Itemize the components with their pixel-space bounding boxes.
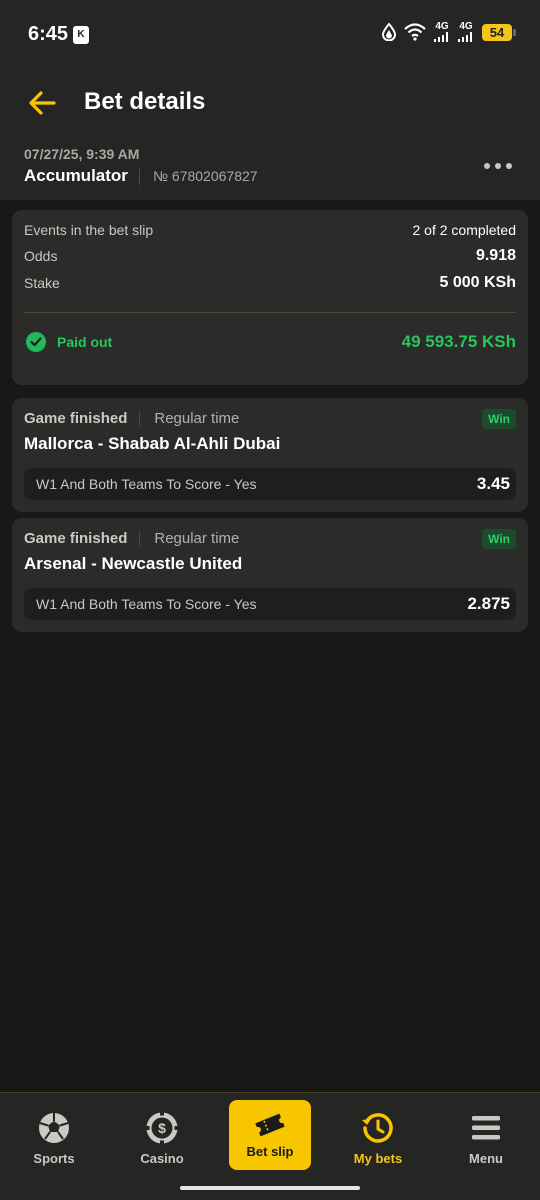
- status-badge: Win: [482, 409, 516, 429]
- nav-label: Casino: [140, 1151, 184, 1166]
- app-notification-icon: K: [73, 26, 89, 44]
- nav-label: Menu: [469, 1151, 503, 1166]
- stake-value: 5 000 KSh: [439, 274, 516, 291]
- selection-row: W1 And Both Teams To Score - Yes 3.45: [24, 468, 516, 500]
- signal-2-icon: 4G: [458, 22, 474, 42]
- game-status: Game finished: [24, 530, 128, 547]
- page-title: Bet details: [84, 88, 206, 115]
- stake-label: Stake: [24, 275, 60, 291]
- status-time: 6:45: [28, 23, 69, 45]
- nav-item-casino[interactable]: $ Casino: [108, 1093, 216, 1181]
- paid-out-label: Paid out: [57, 334, 113, 350]
- nav-item-my-bets[interactable]: My bets: [324, 1093, 432, 1181]
- history-icon: [362, 1113, 393, 1143]
- network-type-1: 4G: [435, 21, 449, 32]
- selection-row: W1 And Both Teams To Score - Yes 2.875: [24, 588, 516, 620]
- event-status: Game finished Regular time: [24, 410, 239, 427]
- more-horizontal-icon[interactable]: [484, 163, 512, 169]
- game-period: Regular time: [154, 530, 240, 547]
- selection-odds: 3.45: [476, 474, 510, 493]
- market-label: W1 And Both Teams To Score - Yes: [36, 596, 257, 612]
- game-period: Regular time: [154, 410, 240, 427]
- bottom-nav: Sports $ Casino Bet slip My bets Menu: [0, 1092, 540, 1200]
- event-status: Game finished Regular time: [24, 530, 239, 547]
- battery-icon: 54: [482, 23, 516, 41]
- status-bar: 6:45 K 4G 4G 54: [0, 0, 540, 70]
- market-label: W1 And Both Teams To Score - Yes: [36, 476, 257, 492]
- nav-item-sports[interactable]: Sports: [0, 1093, 108, 1181]
- bet-type: Accumulator: [24, 166, 128, 185]
- ticket-icon: [255, 1113, 285, 1137]
- game-status: Game finished: [24, 410, 128, 427]
- events-row: Events in the bet slip 2 of 2 completed: [24, 222, 516, 238]
- odds-label: Odds: [24, 248, 58, 264]
- casino-chip-icon: $: [145, 1111, 179, 1145]
- match-title: Arsenal - Newcastle United: [24, 554, 243, 573]
- network-type-2: 4G: [459, 21, 473, 32]
- data-saver-icon: [382, 23, 396, 41]
- nav-item-bet-slip[interactable]: Bet slip: [229, 1100, 311, 1170]
- event-card[interactable]: Game finished Regular time Win Mallorca …: [12, 398, 528, 512]
- check-circle-icon: [26, 332, 46, 352]
- nav-label: My bets: [353, 1151, 403, 1166]
- wifi-icon: [404, 23, 426, 41]
- arrow-left-icon[interactable]: [27, 88, 57, 118]
- events-label: Events in the bet slip: [24, 222, 154, 238]
- paid-out-row: Paid out 49 593.75 KSh: [26, 332, 516, 352]
- signal-1-icon: 4G: [434, 22, 450, 42]
- odds-row: Odds 9.918: [24, 247, 516, 265]
- odds-value: 9.918: [475, 247, 516, 264]
- event-card[interactable]: Game finished Regular time Win Arsenal -…: [12, 518, 528, 632]
- status-badge: Win: [482, 529, 516, 549]
- divider: [24, 312, 516, 313]
- bet-summary-card: Events in the bet slip 2 of 2 completed …: [12, 210, 528, 385]
- nav-item-menu[interactable]: Menu: [432, 1093, 540, 1181]
- bet-date: 07/27/25, 9:39 AM: [24, 146, 140, 162]
- nav-label: Bet slip: [246, 1144, 294, 1159]
- bet-number: № 67802067827: [153, 168, 258, 184]
- selection-odds: 2.875: [467, 594, 510, 613]
- svg-text:$: $: [158, 1120, 166, 1136]
- divider: [139, 169, 140, 185]
- match-title: Mallorca - Shabab Al-Ahli Dubai: [24, 434, 281, 453]
- stake-row: Stake 5 000 KSh: [24, 274, 516, 292]
- status-icons: 4G 4G 54: [382, 22, 516, 42]
- events-value: 2 of 2 completed: [412, 222, 516, 238]
- paid-out-amount: 49 593.75 KSh: [401, 332, 516, 351]
- home-indicator[interactable]: [180, 1186, 360, 1190]
- header: Bet details 07/27/25, 9:39 AM Accumulato…: [0, 70, 540, 200]
- soccer-ball-icon: [39, 1113, 69, 1143]
- nav-label: Sports: [33, 1151, 75, 1166]
- hamburger-menu-icon: [472, 1116, 500, 1140]
